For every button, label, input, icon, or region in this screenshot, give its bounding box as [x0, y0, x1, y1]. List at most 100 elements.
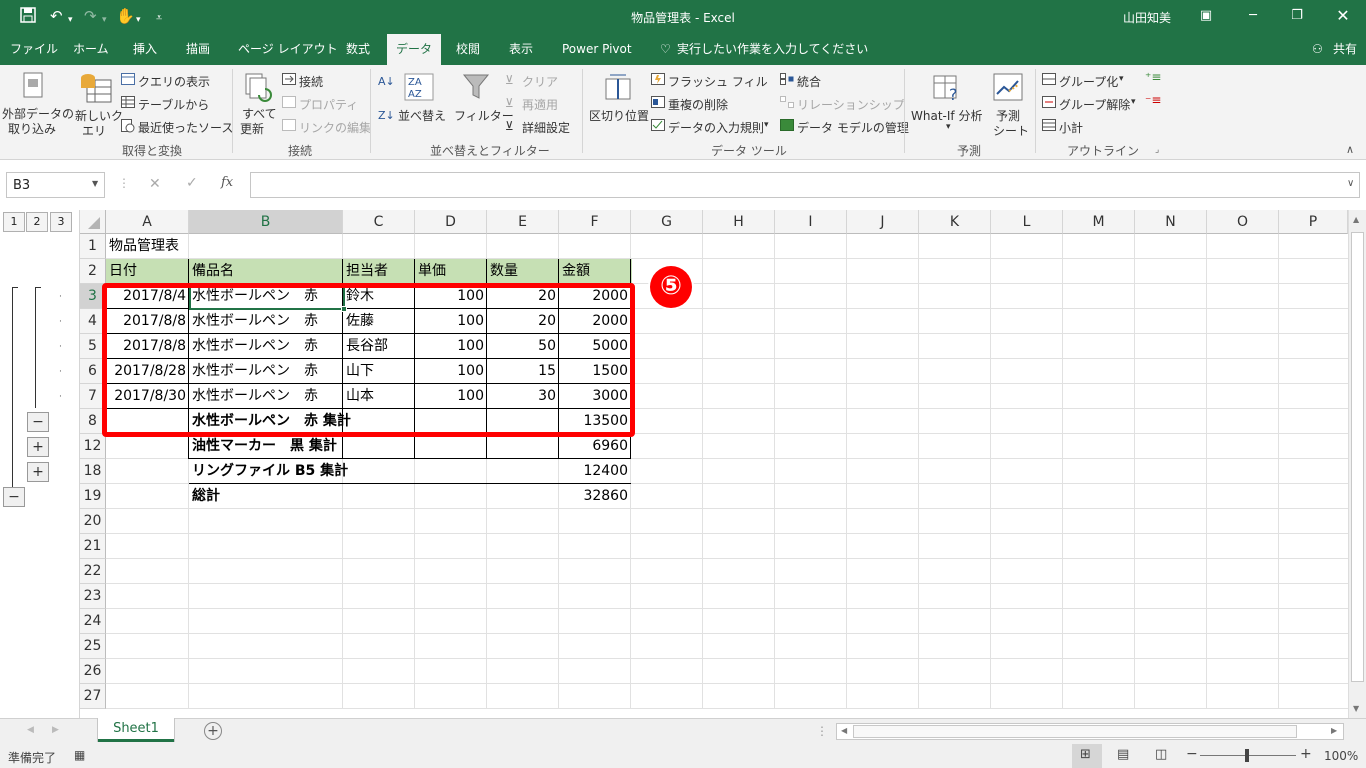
- next-sheet-icon[interactable]: ▶: [52, 725, 59, 735]
- tab-view[interactable]: 表示: [509, 34, 533, 65]
- collapse-all-button[interactable]: −: [3, 487, 25, 507]
- zoom-out-icon[interactable]: −: [1186, 746, 1198, 762]
- what-if-dropdown-icon[interactable]: ▾: [946, 122, 951, 132]
- expand-group-button[interactable]: +: [27, 437, 49, 457]
- row-header-27[interactable]: 27: [80, 684, 106, 709]
- column-header-d[interactable]: D: [415, 210, 487, 234]
- forecast-sheet-label-2[interactable]: シート: [993, 122, 1029, 139]
- formula-input[interactable]: [250, 172, 1360, 198]
- row-header-22[interactable]: 22: [80, 559, 106, 584]
- name-box[interactable]: B3: [6, 172, 105, 198]
- row-header-1[interactable]: 1: [80, 234, 106, 259]
- group-dropdown-icon[interactable]: ▾: [1119, 74, 1124, 84]
- data-model-icon[interactable]: [780, 119, 794, 131]
- sheet-tab-sheet1[interactable]: Sheet1: [98, 718, 174, 742]
- tell-me-box[interactable]: 実行したい作業を入力してください: [677, 34, 868, 65]
- insert-function-icon[interactable]: fx: [221, 175, 233, 190]
- cell-a1[interactable]: 物品管理表: [106, 234, 266, 259]
- tab-insert[interactable]: 挿入: [133, 34, 157, 65]
- new-sheet-icon[interactable]: +: [204, 722, 222, 740]
- select-all-button[interactable]: [80, 210, 106, 234]
- scroll-left-icon[interactable]: ◀: [841, 726, 847, 735]
- expand-group-button[interactable]: +: [27, 462, 49, 482]
- cell-b18[interactable]: リングファイル B5 集計: [189, 459, 489, 484]
- refresh-all-icon[interactable]: [245, 73, 273, 103]
- row-header-26[interactable]: 26: [80, 659, 106, 684]
- name-box-dropdown-icon[interactable]: ▼: [92, 179, 98, 188]
- macro-record-icon[interactable]: ▦: [74, 748, 85, 762]
- cell-a2[interactable]: 日付: [106, 259, 189, 284]
- zoom-level[interactable]: 100%: [1324, 749, 1358, 763]
- external-data-label-2[interactable]: 取り込み: [8, 120, 56, 137]
- row-header-19[interactable]: 19: [80, 484, 106, 509]
- column-header-i[interactable]: I: [775, 210, 847, 234]
- sort-za-icon[interactable]: Z↓: [378, 109, 395, 122]
- maximize-icon[interactable]: ❐: [1285, 6, 1309, 26]
- vertical-scroll-thumb[interactable]: [1351, 232, 1364, 682]
- remove-duplicates-label[interactable]: 重複の削除: [668, 96, 728, 113]
- sort-label[interactable]: 並べ替え: [398, 107, 446, 124]
- column-header-e[interactable]: E: [487, 210, 559, 234]
- row-header-18[interactable]: 18: [80, 459, 106, 484]
- column-header-f[interactable]: F: [559, 210, 631, 234]
- cell-b2[interactable]: 備品名: [189, 259, 343, 284]
- new-query-icon[interactable]: [79, 72, 113, 104]
- tab-page-layout[interactable]: ページ レイアウト: [238, 34, 338, 65]
- cell-d2[interactable]: 単価: [415, 259, 487, 284]
- flash-fill-icon[interactable]: [651, 73, 665, 85]
- horizontal-scroll-thumb[interactable]: [853, 725, 1297, 738]
- tab-draw[interactable]: 描画: [186, 34, 210, 65]
- tab-split-grip-icon[interactable]: ⋮: [816, 724, 828, 738]
- text-to-columns-label[interactable]: 区切り位置: [589, 107, 649, 124]
- new-query-label-2[interactable]: エリ: [82, 122, 106, 139]
- consolidate-label[interactable]: 統合: [797, 73, 821, 90]
- cell-f2[interactable]: 金額: [559, 259, 631, 284]
- column-header-p[interactable]: P: [1279, 210, 1348, 234]
- row-header-20[interactable]: 20: [80, 509, 106, 534]
- close-icon[interactable]: ✕: [1331, 6, 1355, 26]
- show-queries-icon[interactable]: [121, 73, 135, 85]
- connections-icon[interactable]: [282, 73, 296, 85]
- minimize-icon[interactable]: ─: [1241, 6, 1265, 26]
- collapse-group-button[interactable]: −: [27, 412, 49, 432]
- from-table-icon[interactable]: [121, 96, 135, 108]
- data-validation-icon[interactable]: [651, 119, 665, 131]
- outline-settings-icon[interactable]: ⌟: [1155, 145, 1159, 155]
- advanced-label[interactable]: 詳細設定: [522, 119, 570, 136]
- enter-icon[interactable]: ✓: [186, 175, 198, 191]
- show-queries-label[interactable]: クエリの表示: [138, 73, 210, 90]
- tab-review[interactable]: 校閲: [456, 34, 480, 65]
- data-validation-dropdown-icon[interactable]: ▾: [764, 120, 769, 130]
- page-layout-view-icon[interactable]: ▤: [1117, 747, 1129, 762]
- flash-fill-label[interactable]: フラッシュ フィル: [668, 73, 768, 90]
- expand-formula-bar-icon[interactable]: ∨: [1347, 178, 1354, 189]
- ungroup-icon[interactable]: [1042, 96, 1056, 108]
- row-header-23[interactable]: 23: [80, 584, 106, 609]
- group-label[interactable]: グループ化: [1059, 73, 1118, 90]
- cell-c2[interactable]: 担当者: [343, 259, 415, 284]
- outline-level-1-button[interactable]: 1: [3, 212, 25, 232]
- page-break-view-icon[interactable]: ◫: [1155, 747, 1167, 762]
- column-header-g[interactable]: G: [631, 210, 703, 234]
- show-detail-icon[interactable]: ⁺≡: [1145, 70, 1161, 84]
- external-data-icon[interactable]: [22, 71, 46, 99]
- ungroup-label[interactable]: グループ解除: [1059, 96, 1130, 113]
- tab-power-pivot[interactable]: Power Pivot: [562, 34, 632, 65]
- prev-sheet-icon[interactable]: ◀: [27, 725, 34, 735]
- column-header-a[interactable]: A: [106, 210, 189, 234]
- horizontal-scrollbar[interactable]: ◀ ▶: [836, 723, 1344, 740]
- cancel-icon[interactable]: ✕: [149, 176, 161, 192]
- cell-f19[interactable]: 32860: [559, 484, 631, 509]
- scroll-down-icon[interactable]: ▼: [1353, 704, 1359, 713]
- forecast-sheet-icon[interactable]: [993, 72, 1023, 102]
- zoom-slider-thumb[interactable]: [1245, 749, 1249, 762]
- column-header-o[interactable]: O: [1207, 210, 1279, 234]
- connections-label[interactable]: 接続: [299, 73, 323, 90]
- user-name[interactable]: 山田知美: [1123, 9, 1171, 26]
- ribbon-display-icon[interactable]: ▣: [1194, 6, 1218, 26]
- data-validation-label[interactable]: データの入力規則: [668, 119, 764, 136]
- zoom-in-icon[interactable]: +: [1300, 746, 1312, 762]
- recent-sources-icon[interactable]: [121, 119, 135, 133]
- text-to-columns-icon[interactable]: [604, 73, 632, 101]
- subtotal-icon[interactable]: [1042, 119, 1056, 131]
